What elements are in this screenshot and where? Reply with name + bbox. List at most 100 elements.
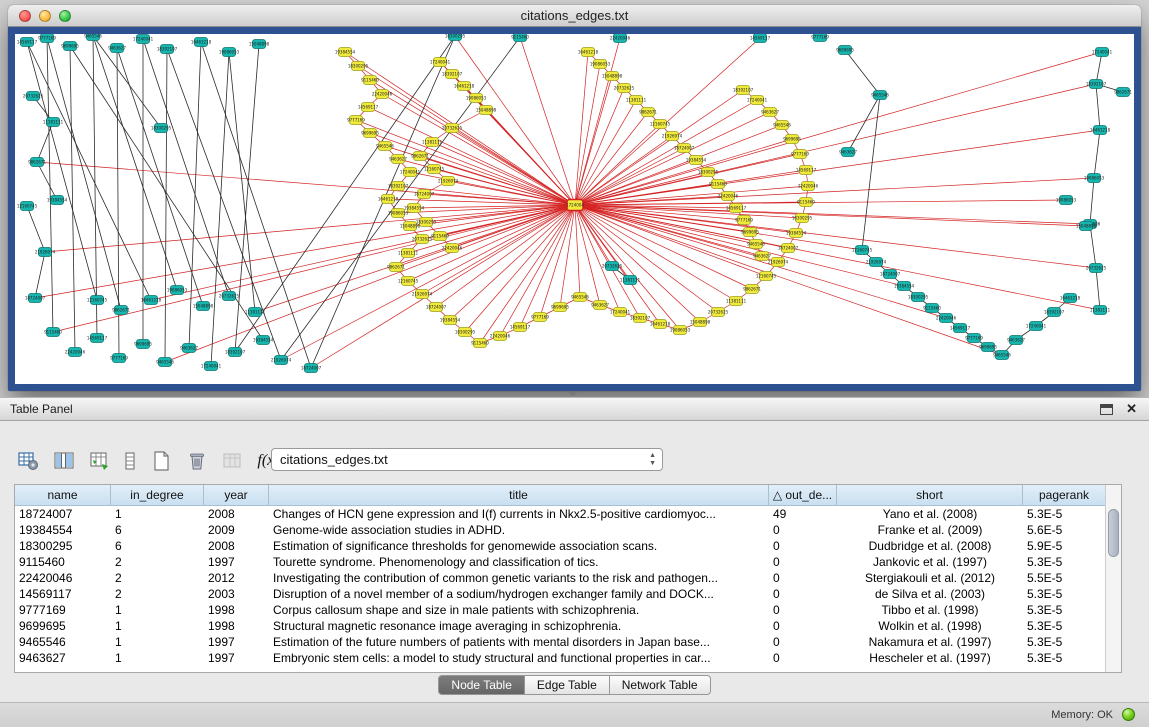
table-cell[interactable]: Dudbridge et al. (2008) <box>837 538 1023 554</box>
table-cell[interactable]: 0 <box>769 586 837 602</box>
table-cell[interactable]: de Silva et al. (2003) <box>837 586 1023 602</box>
column-header-5[interactable]: short <box>837 485 1023 506</box>
table-cell[interactable]: 9465546 <box>15 634 111 650</box>
panel-resize-grip[interactable] <box>568 392 578 396</box>
column-header-0[interactable]: name <box>15 485 111 506</box>
table-cell[interactable]: 6 <box>111 522 204 538</box>
table-row[interactable]: 911546021997Tourette syndrome. Phenomeno… <box>15 554 1121 570</box>
column-header-2[interactable]: year <box>204 485 269 506</box>
table-cell[interactable]: 0 <box>769 554 837 570</box>
table-row[interactable]: 2242004622012Investigating the contribut… <box>15 570 1121 586</box>
show-columns-icon[interactable] <box>50 448 77 475</box>
import-table-icon[interactable] <box>219 448 246 475</box>
table-cell[interactable]: Investigating the contribution of common… <box>269 570 769 586</box>
table-cell[interactable]: 49 <box>769 506 837 522</box>
table-row[interactable]: 969969511998Structural magnetic resonanc… <box>15 618 1121 634</box>
table-cell[interactable]: 1 <box>111 650 204 666</box>
column-header-3[interactable]: title <box>269 485 769 506</box>
table-cell[interactable]: 0 <box>769 538 837 554</box>
table-cell[interactable]: 5.3E-5 <box>1023 602 1106 618</box>
network-canvas[interactable]: 1724004193845541830029591154602242004614… <box>15 34 1134 384</box>
table-cell[interactable]: 1998 <box>204 618 269 634</box>
table-cell[interactable]: 5.3E-5 <box>1023 506 1106 522</box>
table-cell[interactable]: Tibbo et al. (1998) <box>837 602 1023 618</box>
table-cell[interactable]: Jankovic et al. (1997) <box>837 554 1023 570</box>
table-cell[interactable]: 1998 <box>204 602 269 618</box>
table-row[interactable]: 946362711997Embryonic stem cells: a mode… <box>15 650 1121 666</box>
vertical-scrollbar[interactable] <box>1105 485 1121 672</box>
close-panel-icon[interactable]: ✕ <box>1126 401 1137 417</box>
table-cell[interactable]: 9115460 <box>15 554 111 570</box>
table-cell[interactable]: 0 <box>769 602 837 618</box>
table-cell[interactable]: 5.3E-5 <box>1023 650 1106 666</box>
window-titlebar[interactable]: citations_edges.txt <box>8 5 1141 27</box>
table-cell[interactable]: 1 <box>111 506 204 522</box>
table-cell[interactable]: 6 <box>111 538 204 554</box>
table-cell[interactable]: 0 <box>769 570 837 586</box>
table-cell[interactable]: Structural magnetic resonance image aver… <box>269 618 769 634</box>
table-cell[interactable]: Genome-wide association studies in ADHD. <box>269 522 769 538</box>
table-cell[interactable]: 18724007 <box>15 506 111 522</box>
table-row[interactable]: 1830029562008Estimation of significance … <box>15 538 1121 554</box>
table-cell[interactable]: 5.5E-5 <box>1023 570 1106 586</box>
table-cell[interactable]: Stergiakouli et al. (2012) <box>837 570 1023 586</box>
table-cell[interactable]: 9777169 <box>15 602 111 618</box>
table-cell[interactable]: 2012 <box>204 570 269 586</box>
table-cell[interactable]: 5.6E-5 <box>1023 522 1106 538</box>
table-cell[interactable]: 0 <box>769 650 837 666</box>
table-cell[interactable]: 2 <box>111 586 204 602</box>
table-cell[interactable]: 1997 <box>204 554 269 570</box>
table-cell[interactable]: Yano et al. (2008) <box>837 506 1023 522</box>
table-cell[interactable]: 22420046 <box>15 570 111 586</box>
table-cell[interactable]: 5.3E-5 <box>1023 634 1106 650</box>
tab-node-table[interactable]: Node Table <box>438 675 525 695</box>
network-graph[interactable]: 1724004193845541830029591154602242004614… <box>15 34 1134 384</box>
table-options-icon[interactable] <box>14 448 41 475</box>
create-table-icon[interactable] <box>147 448 174 475</box>
table-cell[interactable]: Disruption of a novel member of a sodium… <box>269 586 769 602</box>
table-cell[interactable]: 0 <box>769 618 837 634</box>
table-cell[interactable]: Franke et al. (2009) <box>837 522 1023 538</box>
scrollbar-thumb[interactable] <box>1108 509 1119 557</box>
table-row[interactable]: 1456911722003Disruption of a novel membe… <box>15 586 1121 602</box>
table-row[interactable]: 1938455462009Genome-wide association stu… <box>15 522 1121 538</box>
float-panel-icon[interactable] <box>1100 404 1113 415</box>
table-cell[interactable]: Estimation of significance thresholds fo… <box>269 538 769 554</box>
column-header-6[interactable]: pagerank <box>1023 485 1106 506</box>
table-cell[interactable]: 2009 <box>204 522 269 538</box>
table-row[interactable]: 977716911998Corpus callosum shape and si… <box>15 602 1121 618</box>
table-cell[interactable]: 5.3E-5 <box>1023 554 1106 570</box>
tab-edge-table[interactable]: Edge Table <box>525 675 610 695</box>
table-cell[interactable]: 5.3E-5 <box>1023 586 1106 602</box>
table-cell[interactable]: 1997 <box>204 650 269 666</box>
column-header-4[interactable]: △ out_de... <box>769 485 837 506</box>
table-row[interactable]: 946554611997Estimation of the future num… <box>15 634 1121 650</box>
network-table-select[interactable]: citations_edges.txt ▲▼ <box>271 448 663 471</box>
edit-columns-icon[interactable] <box>86 448 113 475</box>
table-cell[interactable]: Corpus callosum shape and size in male p… <box>269 602 769 618</box>
table-cell[interactable]: 9699695 <box>15 618 111 634</box>
table-cell[interactable]: 0 <box>769 522 837 538</box>
table-cell[interactable]: 1 <box>111 634 204 650</box>
table-cell[interactable]: Embryonic stem cells: a model to study s… <box>269 650 769 666</box>
table-cell[interactable]: 2008 <box>204 538 269 554</box>
table-cell[interactable]: 0 <box>769 634 837 650</box>
table-cell[interactable]: 1 <box>111 602 204 618</box>
table-row[interactable]: 1872400712008Changes of HCN gene express… <box>15 506 1121 522</box>
table-cell[interactable]: 2 <box>111 554 204 570</box>
tab-network-table[interactable]: Network Table <box>610 675 711 695</box>
row-height-icon[interactable] <box>122 448 138 475</box>
table-cell[interactable]: 5.9E-5 <box>1023 538 1106 554</box>
delete-table-icon[interactable] <box>183 448 210 475</box>
table-cell[interactable]: 2003 <box>204 586 269 602</box>
table-cell[interactable]: 9463627 <box>15 650 111 666</box>
table-cell[interactable]: 1997 <box>204 634 269 650</box>
table-cell[interactable]: 1 <box>111 618 204 634</box>
table-cell[interactable]: Tourette syndrome. Phenomenology and cla… <box>269 554 769 570</box>
table-cell[interactable]: Hescheler et al. (1997) <box>837 650 1023 666</box>
table-cell[interactable]: 2 <box>111 570 204 586</box>
table-cell[interactable]: 2008 <box>204 506 269 522</box>
column-header-1[interactable]: in_degree <box>111 485 204 506</box>
table-cell[interactable]: 5.3E-5 <box>1023 618 1106 634</box>
table-cell[interactable]: 14569117 <box>15 586 111 602</box>
